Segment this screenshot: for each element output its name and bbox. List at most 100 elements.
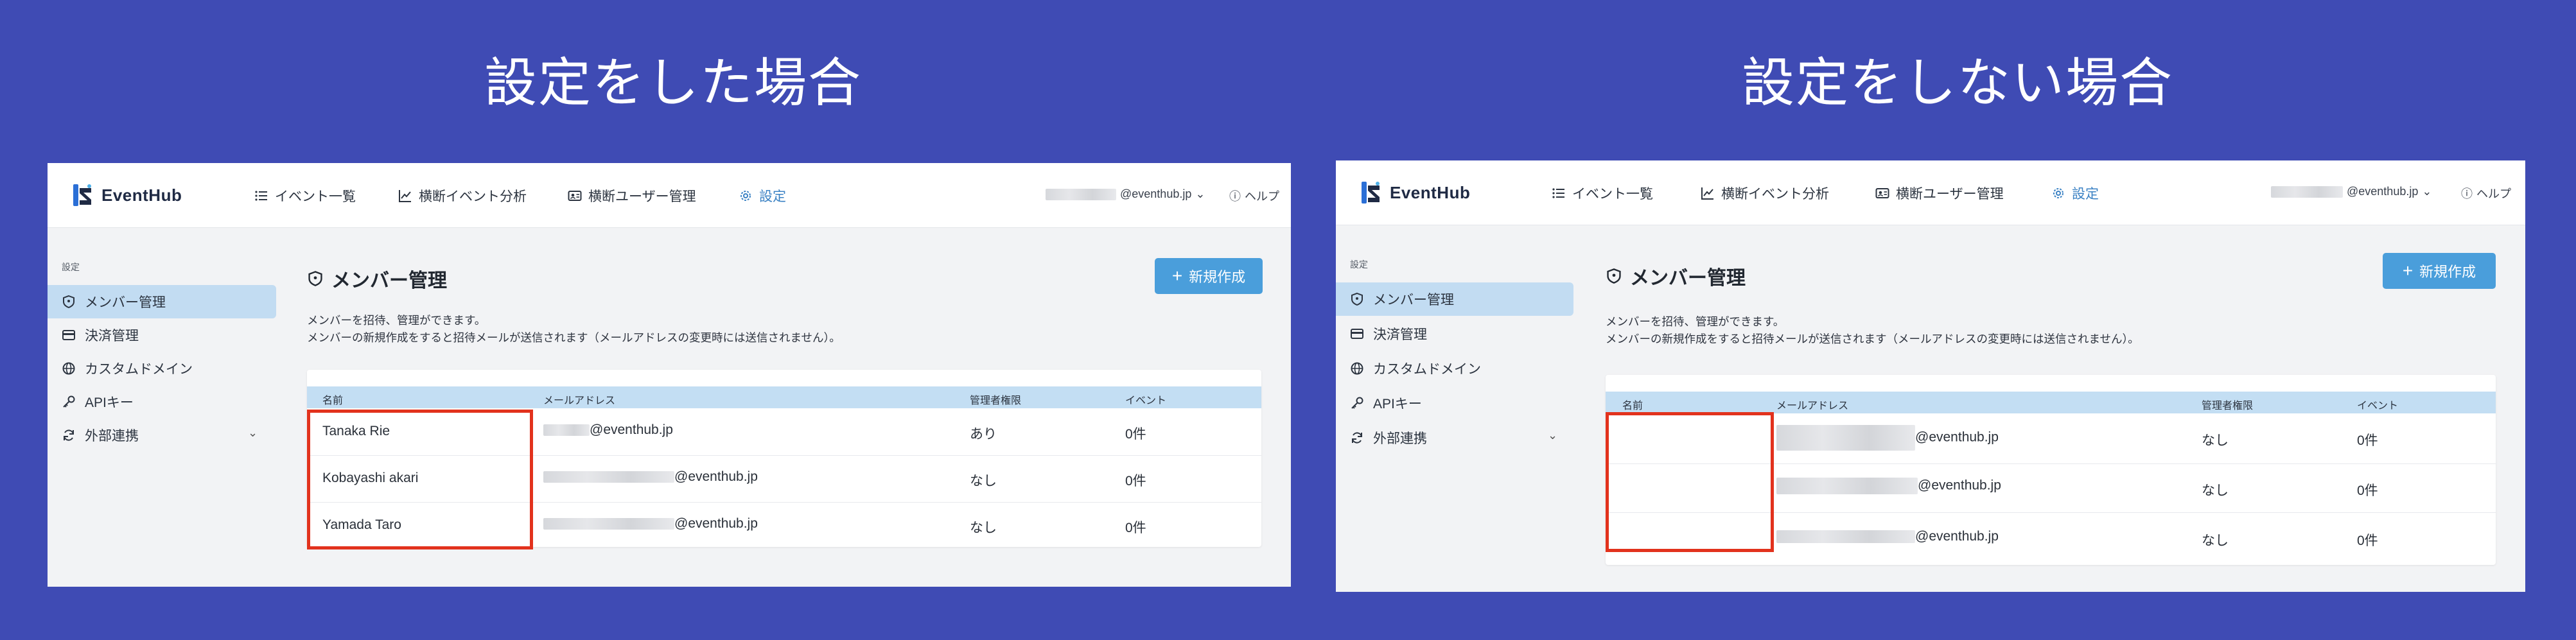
masked-email-prefix — [1776, 530, 1915, 544]
sidebar-item-payment[interactable]: 決済管理 — [1336, 317, 1573, 350]
sync-icon — [1352, 432, 1362, 444]
sidebar-heading: 設定 — [62, 262, 80, 272]
event-count: 0件 — [1125, 427, 1146, 442]
nav-cross-user-management[interactable]: 横断ユーザー管理 — [568, 186, 696, 205]
event-count: 0件 — [1125, 474, 1146, 489]
nav-label: 設定 — [759, 189, 786, 204]
member-email: @eventhub.jp — [1776, 425, 1999, 451]
globe-icon — [62, 362, 75, 375]
nav-event-list[interactable]: イベント一覧 — [1552, 184, 1653, 203]
panel-heading-without-setting: 設定をしない場合 — [1741, 53, 2173, 114]
column-header-events: イベント — [2357, 401, 2399, 411]
email-domain: @eventhub.jp — [674, 469, 758, 484]
admin-permission: なし — [970, 474, 997, 489]
help-label: ヘルプ — [1245, 190, 1279, 203]
sidebar-item-members[interactable]: メンバー管理 — [48, 285, 276, 318]
nav-cross-event-analysis[interactable]: 横断イベント分析 — [398, 186, 527, 205]
event-count: 0件 — [2357, 483, 2378, 498]
admin-permission: なし — [970, 521, 997, 535]
credit-card-icon — [1351, 329, 1363, 339]
chart-icon — [399, 190, 411, 202]
eventhub-logo-icon — [1362, 182, 1380, 203]
name-column-highlight — [1606, 412, 1774, 552]
top-navbar: EventHub イベント一覧 横断イベント分析 横断ユーザー管理 設定 @ev… — [48, 163, 1291, 228]
column-header-email: メールアドレス — [1776, 401, 1849, 411]
help-circle-icon: ⓘ — [1229, 190, 1241, 203]
table-header: 名前 メールアドレス 管理者権限 イベント — [307, 386, 1261, 408]
chevron-down-icon: ⌄ — [1195, 187, 1205, 200]
chevron-down-icon: ⌄ — [2422, 185, 2432, 198]
table-header: 名前 メールアドレス 管理者権限 イベント — [1606, 392, 2496, 413]
nav-event-list[interactable]: イベント一覧 — [254, 186, 356, 205]
page-description: メンバーを招待、管理ができます。 メンバーの新規作成をすると招待メールが送信され… — [1606, 313, 2139, 348]
sidebar-item-api-key[interactable]: APIキー — [48, 385, 276, 419]
member-email: @eventhub.jp — [543, 469, 758, 485]
account-menu[interactable]: @eventhub.jp ⌄ — [1046, 187, 1205, 201]
id-card-icon — [568, 191, 582, 201]
admin-permission: なし — [2202, 483, 2229, 498]
page-title-text: メンバー管理 — [1630, 268, 1746, 289]
email-domain: @eventhub.jp — [1915, 429, 1999, 445]
sidebar-item-label: APIキー — [85, 395, 134, 410]
sidebar-item-integrations[interactable]: 外部連携 — [48, 419, 276, 452]
id-card-icon — [1875, 188, 1889, 198]
sidebar-item-custom-domain[interactable]: カスタムドメイン — [48, 352, 276, 385]
nav-label: 横断ユーザー管理 — [588, 189, 696, 204]
nav-settings[interactable]: 設定 — [739, 186, 786, 205]
new-member-button[interactable]: + 新規作成 — [1155, 258, 1263, 294]
new-button-label: 新規作成 — [2419, 264, 2476, 280]
email-domain: @eventhub.jp — [1915, 529, 1999, 544]
admin-permission: なし — [2202, 433, 2229, 448]
eventhub-logo[interactable]: EventHub — [72, 182, 182, 208]
masked-email-prefix — [1776, 478, 1918, 494]
panel-heading-with-setting: 設定をした場合 — [484, 53, 862, 114]
sidebar-item-label: メンバー管理 — [1373, 293, 1454, 307]
admin-permission: あり — [970, 427, 997, 442]
sidebar-item-label: 外部連携 — [85, 429, 139, 444]
account-email: @eventhub.jp — [2347, 185, 2419, 198]
new-member-button[interactable]: + 新規作成 — [2383, 253, 2496, 289]
chevron-down-icon[interactable]: ⌄ — [248, 426, 258, 440]
masked-email-prefix — [543, 471, 674, 483]
sidebar-item-label: メンバー管理 — [85, 295, 166, 310]
column-header-admin: 管理者権限 — [2202, 401, 2254, 411]
chart-icon — [1701, 187, 1713, 200]
help-link[interactable]: ⓘ ヘルプ — [1229, 187, 1279, 204]
column-header-events: イベント — [1125, 395, 1167, 406]
email-domain: @eventhub.jp — [590, 422, 673, 437]
help-circle-icon: ⓘ — [2461, 187, 2473, 200]
help-link[interactable]: ⓘ ヘルプ — [2461, 185, 2511, 202]
nav-settings[interactable]: 設定 — [2051, 184, 2099, 203]
page-title-text: メンバー管理 — [331, 270, 447, 291]
member-email: @eventhub.jp — [543, 422, 673, 438]
nav-label: イベント一覧 — [1572, 187, 1653, 202]
nav-cross-event-analysis[interactable]: 横断イベント分析 — [1701, 184, 1829, 203]
masked-email-prefix — [1046, 188, 1116, 200]
sidebar-item-custom-domain[interactable]: カスタムドメイン — [1336, 352, 1573, 385]
shield-icon — [308, 271, 322, 286]
nav-cross-user-management[interactable]: 横断ユーザー管理 — [1875, 184, 2004, 203]
account-email: @eventhub.jp — [1120, 187, 1192, 200]
event-count: 0件 — [2357, 533, 2378, 548]
credit-card-icon — [62, 330, 75, 340]
sidebar-item-members[interactable]: メンバー管理 — [1336, 282, 1573, 316]
sidebar-item-label: カスタムドメイン — [1373, 362, 1481, 377]
shield-icon — [63, 295, 74, 309]
account-menu[interactable]: @eventhub.jp ⌄ — [2271, 185, 2431, 198]
sidebar-heading: 設定 — [1350, 259, 1368, 270]
nav-label: 横断イベント分析 — [1721, 187, 1829, 202]
globe-icon — [1351, 362, 1363, 375]
page-description: メンバーを招待、管理ができます。 メンバーの新規作成をすると招待メールが送信され… — [307, 312, 841, 347]
column-header-email: メールアドレス — [543, 395, 616, 406]
shield-icon — [1351, 292, 1363, 306]
chevron-down-icon[interactable]: ⌄ — [1548, 429, 1557, 442]
sidebar-item-integrations[interactable]: 外部連携 — [1336, 421, 1573, 454]
eventhub-logo[interactable]: EventHub — [1360, 180, 1470, 205]
page-title: メンバー管理 — [1606, 262, 1746, 290]
sidebar-item-label: 決済管理 — [1373, 327, 1427, 342]
masked-email-prefix — [2271, 186, 2343, 198]
brand-name: EventHub — [1390, 182, 1471, 202]
sidebar-item-payment[interactable]: 決済管理 — [48, 318, 276, 352]
help-label: ヘルプ — [2476, 187, 2511, 200]
sidebar-item-api-key[interactable]: APIキー — [1336, 386, 1573, 420]
